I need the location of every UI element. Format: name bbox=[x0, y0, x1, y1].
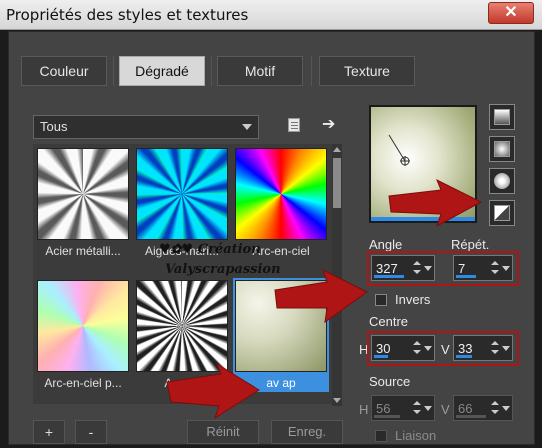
angle-repeat-highlight bbox=[367, 251, 519, 286]
link-checkbox[interactable] bbox=[375, 430, 387, 442]
tutorial-arrow-icon bbox=[274, 269, 368, 324]
chevron-down-icon bbox=[242, 124, 252, 130]
source-v-value: 66 bbox=[458, 401, 473, 416]
close-button[interactable]: ✕ bbox=[488, 2, 534, 24]
stepper-arrows-icon[interactable] bbox=[412, 398, 422, 418]
scrollbar-thumb[interactable] bbox=[333, 158, 341, 208]
gradient-swatch bbox=[37, 280, 129, 372]
arrow-right-icon[interactable]: ➔ bbox=[322, 114, 335, 134]
style-sunburst-button[interactable] bbox=[489, 168, 515, 194]
tab-color[interactable]: Couleur bbox=[21, 56, 107, 86]
save-button[interactable]: Enreg. bbox=[271, 420, 343, 444]
tab-gradient[interactable]: Dégradé bbox=[119, 56, 205, 86]
chevron-down-icon[interactable] bbox=[502, 406, 510, 411]
title-bar: Propriétés des styles et textures ✕ bbox=[0, 0, 542, 30]
invert-label: Invers bbox=[395, 292, 431, 307]
tab-divider bbox=[211, 56, 212, 86]
tab-pattern[interactable]: Motif bbox=[217, 56, 303, 86]
styles-textures-dialog: Couleur Dégradé Motif Texture Tous ➔ Aci… bbox=[8, 31, 535, 445]
gradient-label: Arc-en-ciel p... bbox=[44, 376, 122, 390]
category-value: Tous bbox=[40, 119, 68, 134]
scroll-up-icon[interactable] bbox=[333, 147, 341, 152]
style-linear-button[interactable] bbox=[489, 104, 515, 130]
reset-button[interactable]: Réinit bbox=[187, 420, 259, 444]
angle-label: Angle bbox=[369, 237, 403, 252]
tutorial-arrow-icon bbox=[166, 362, 260, 420]
gradient-swatch bbox=[235, 148, 327, 240]
tab-divider bbox=[113, 56, 114, 86]
center-label: Centre bbox=[369, 314, 409, 329]
gradient-swatch bbox=[136, 280, 228, 372]
tab-divider bbox=[311, 56, 312, 86]
add-gradient-button[interactable]: + bbox=[33, 420, 65, 444]
tab-bar: Couleur Dégradé Motif Texture bbox=[9, 32, 536, 86]
gradient-label: Acier métalli... bbox=[45, 244, 121, 258]
source-v-label: V bbox=[441, 402, 450, 417]
source-label: Source bbox=[369, 374, 411, 389]
remove-gradient-button[interactable]: - bbox=[75, 420, 107, 444]
source-h-slider-fill bbox=[374, 415, 400, 418]
chevron-down-icon[interactable] bbox=[424, 406, 432, 411]
source-v-slider-fill bbox=[456, 415, 486, 418]
tutorial-arrow-icon bbox=[388, 178, 483, 228]
repeat-label: Répét. bbox=[451, 237, 490, 252]
gradient-thumb-rainbow-pastel[interactable]: Arc-en-ciel p... bbox=[35, 278, 131, 392]
gradient-category-select[interactable]: Tous bbox=[33, 115, 259, 139]
tab-texture[interactable]: Texture bbox=[319, 56, 415, 86]
source-v-stepper[interactable]: 66 bbox=[453, 395, 513, 421]
watermark-line1: ♥✿♥ Création bbox=[159, 242, 261, 257]
source-h-value: 56 bbox=[376, 401, 391, 416]
gradient-swatch bbox=[136, 148, 228, 240]
gradient-swatch bbox=[37, 148, 129, 240]
scroll-down-icon[interactable] bbox=[333, 398, 341, 403]
style-radial-button[interactable] bbox=[489, 200, 515, 226]
link-label: Liaison bbox=[395, 428, 437, 443]
gradient-thumb-steel[interactable]: Acier métalli... bbox=[35, 146, 131, 260]
document-icon[interactable] bbox=[288, 118, 300, 132]
source-h-stepper[interactable]: 56 bbox=[371, 395, 435, 421]
center-highlight bbox=[367, 331, 519, 366]
source-h-label: H bbox=[359, 402, 369, 417]
invert-checkbox[interactable] bbox=[375, 294, 387, 306]
style-rectangular-button[interactable] bbox=[489, 136, 515, 162]
stepper-arrows-icon[interactable] bbox=[490, 398, 500, 418]
window-title: Propriétés des styles et textures bbox=[6, 6, 249, 24]
watermark-line2: Valyscrapassion bbox=[165, 262, 281, 277]
